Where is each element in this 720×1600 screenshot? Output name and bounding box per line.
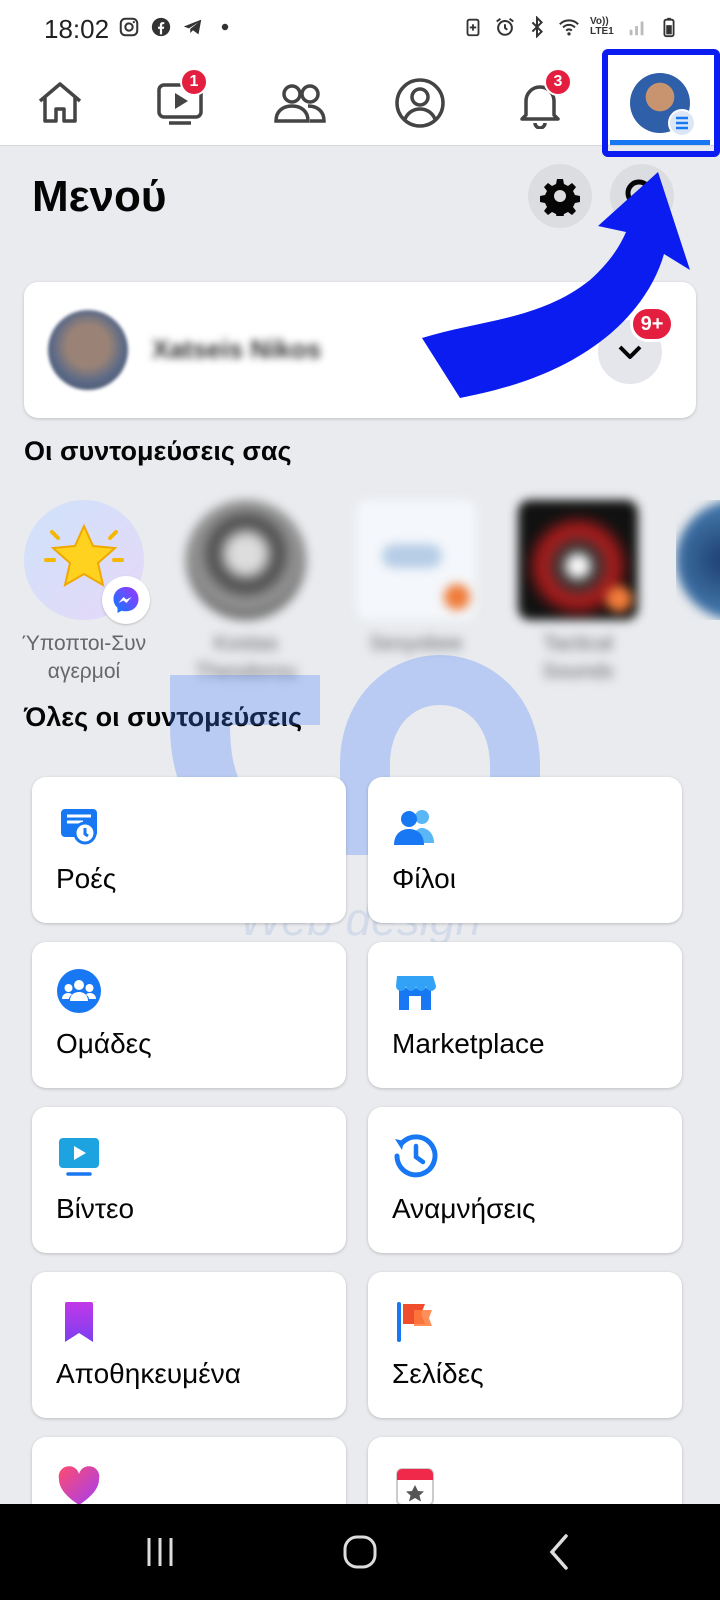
shortcut-item-partial[interactable] xyxy=(676,500,720,620)
card-label: Αποθηκευμένα xyxy=(56,1358,241,1389)
bluetooth-icon xyxy=(531,16,544,38)
shortcut-image xyxy=(518,500,638,620)
profile-avatar xyxy=(48,310,128,390)
feeds-icon xyxy=(61,809,97,845)
shortcut-label: Tactical Sounds xyxy=(542,632,614,683)
telegram-icon xyxy=(183,19,202,35)
shortcut-label: Kostas Theodorou xyxy=(195,632,297,683)
facebook-icon xyxy=(151,17,171,37)
shortcuts-title: Οι συντομεύσεις σας xyxy=(24,436,292,466)
nav-notifications[interactable]: 3 xyxy=(490,60,590,146)
card-friends[interactable]: Φίλοι xyxy=(368,777,682,923)
shortcut-item[interactable]: Tactical Sounds xyxy=(508,500,648,686)
friends-icon xyxy=(274,84,326,123)
shortcut-item[interactable]: Sexyobee xyxy=(346,500,486,658)
system-nav-bar xyxy=(0,1504,720,1600)
card-feeds[interactable]: Ροές xyxy=(32,777,346,923)
status-time: 18:02 xyxy=(44,14,110,44)
shortcut-image xyxy=(356,500,476,620)
battery-saver-icon xyxy=(466,18,480,37)
card-label: Ροές xyxy=(56,863,117,894)
card-pages[interactable]: Σελίδες xyxy=(368,1272,682,1418)
pages-icon xyxy=(397,1302,432,1342)
events-icon xyxy=(396,1468,434,1506)
back-icon xyxy=(549,1534,568,1570)
card-label: Σελίδες xyxy=(392,1358,484,1389)
shortcut-item[interactable]: Kostas Theodorou xyxy=(176,500,316,686)
groups-icon xyxy=(57,969,101,1013)
messenger-icon xyxy=(102,576,150,624)
card-label: Αναμνήσεις xyxy=(392,1193,536,1224)
notifications-badge: 3 xyxy=(544,68,572,96)
page-title: Μενού xyxy=(32,172,167,221)
annotation-arrow-icon xyxy=(422,172,690,398)
battery-icon xyxy=(663,17,675,38)
recent-apps-button[interactable] xyxy=(120,1524,200,1580)
card-label: Βίντεο xyxy=(56,1193,135,1224)
saved-icon xyxy=(65,1302,93,1342)
marketplace-icon xyxy=(396,976,436,1010)
video-icon xyxy=(59,1138,99,1176)
shortcut-label: Sexyobee xyxy=(369,632,463,655)
recent-apps-icon xyxy=(147,1538,173,1566)
dot-icon xyxy=(221,23,229,31)
dating-icon xyxy=(58,1466,100,1505)
card-marketplace[interactable]: Marketplace xyxy=(368,942,682,1088)
nav-friends[interactable] xyxy=(250,60,350,146)
friends-icon xyxy=(394,810,434,845)
annotation-highlight-box xyxy=(602,49,720,157)
watch-badge: 1 xyxy=(180,68,208,96)
card-video[interactable]: Βίντεο xyxy=(32,1107,346,1253)
card-groups[interactable]: Ομάδες xyxy=(32,942,346,1088)
volte-icon: Vo)) LTE1 xyxy=(590,16,614,37)
instagram-icon xyxy=(119,17,139,37)
back-button[interactable] xyxy=(520,1524,600,1580)
nav-watch[interactable]: 1 xyxy=(130,60,230,146)
card-label: Marketplace xyxy=(392,1028,545,1059)
memories-icon xyxy=(394,1134,438,1178)
nav-profile[interactable] xyxy=(370,60,470,146)
shortcut-label: Ύποπτοι-Συν αγερμοί xyxy=(21,632,147,683)
card-label: Ομάδες xyxy=(56,1028,152,1059)
home-circle-icon xyxy=(343,1535,377,1569)
signal-icon xyxy=(629,21,644,36)
shortcut-item[interactable]: Ύποπτοι-Συν αγερμοί xyxy=(14,500,154,686)
card-memories[interactable]: Αναμνήσεις xyxy=(368,1107,682,1253)
alarm-icon xyxy=(496,17,514,36)
card-label: Φίλοι xyxy=(392,863,456,894)
shortcut-image xyxy=(186,500,306,620)
home-icon xyxy=(38,82,82,123)
wifi-icon xyxy=(559,19,579,36)
nav-home[interactable] xyxy=(10,60,110,146)
all-shortcuts-title: Όλες οι συντομεύσεις xyxy=(24,702,303,732)
profile-icon xyxy=(395,78,445,128)
card-saved[interactable]: Αποθηκευμένα xyxy=(32,1272,346,1418)
profile-name: Xatseis Nikos xyxy=(152,334,322,364)
shortcut-image xyxy=(24,500,150,624)
home-button[interactable] xyxy=(320,1524,400,1580)
